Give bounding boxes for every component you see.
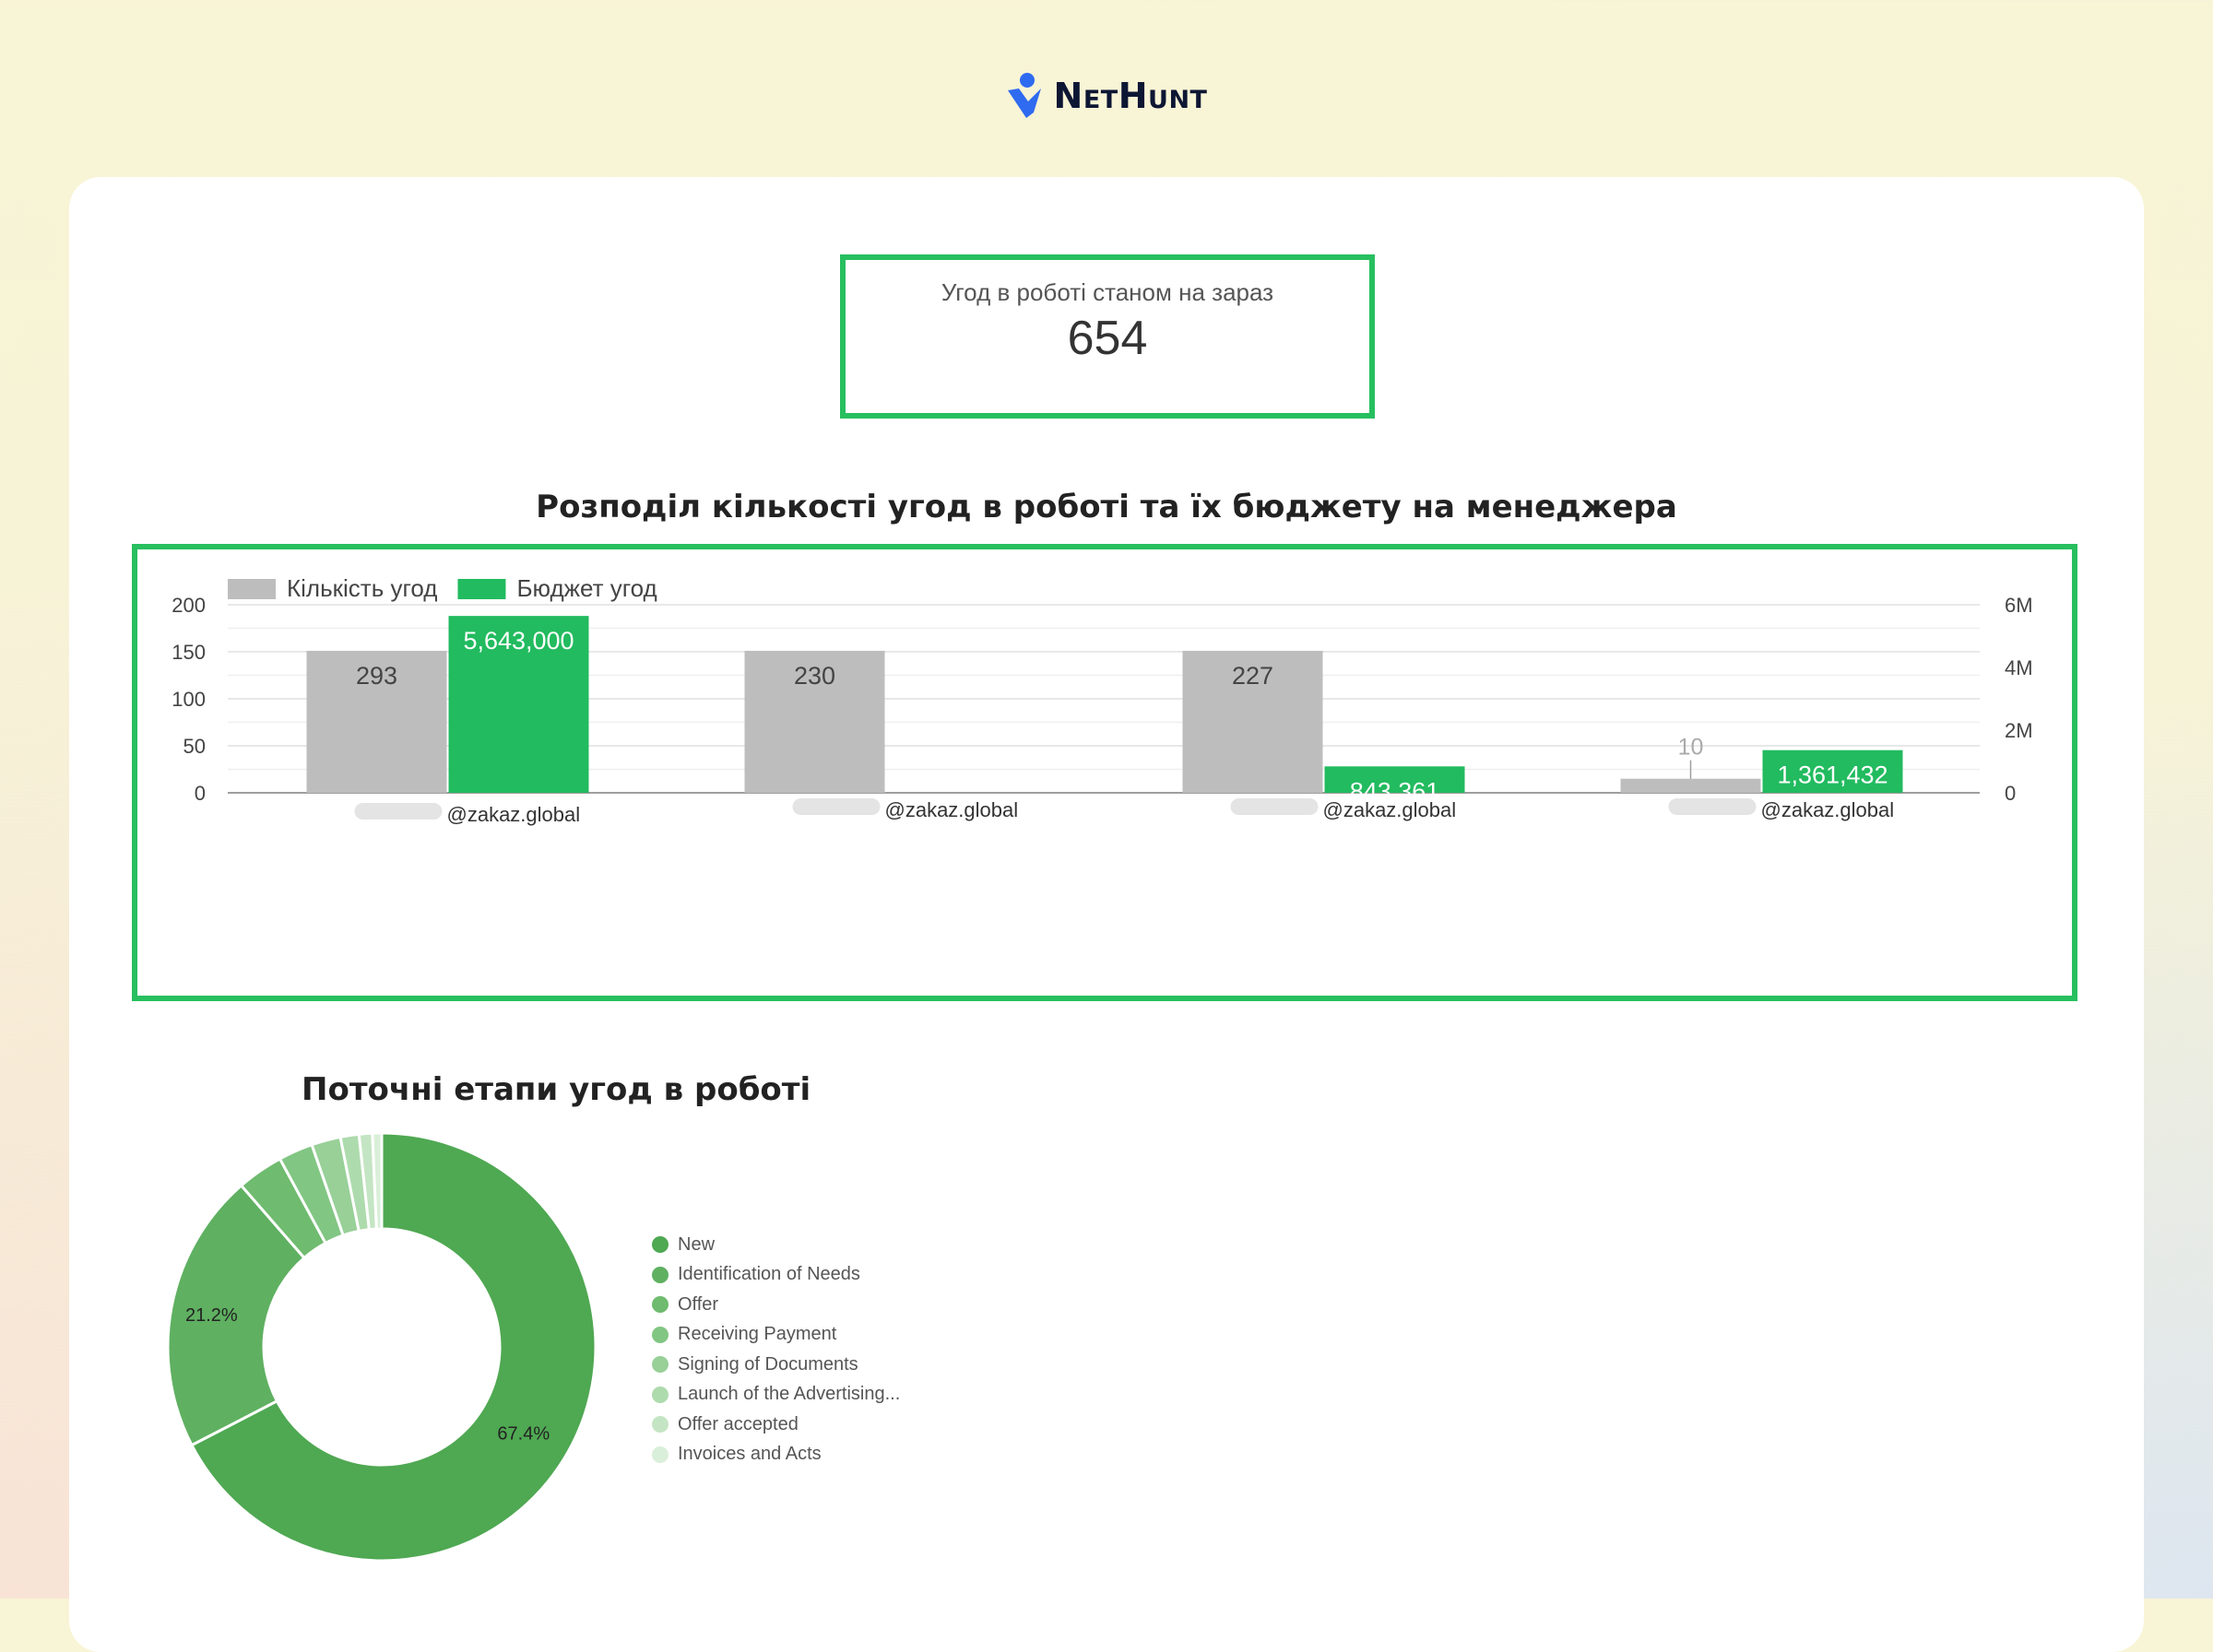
donut-slice-label: 21.2% bbox=[185, 1305, 238, 1326]
y-left-tick-label: 150 bbox=[172, 641, 206, 664]
legend-label: Identification of Needs bbox=[678, 1264, 860, 1285]
nethunt-logo-icon bbox=[1007, 73, 1041, 118]
legend-label: Кількість угод bbox=[287, 574, 437, 602]
bar-deal-count-label: 230 bbox=[794, 662, 835, 690]
donut-legend: New Identification of Needs Offer Receiving… bbox=[652, 1230, 900, 1469]
legend-swatch bbox=[652, 1356, 669, 1374]
y-right-tick-label: 6M bbox=[2005, 594, 2033, 617]
legend-swatch bbox=[652, 1296, 669, 1314]
kpi-label: Угод в роботі станом на зараз bbox=[941, 278, 1274, 306]
legend-swatch bbox=[652, 1326, 669, 1343]
blurred-username bbox=[792, 798, 881, 815]
x-category-label: @zakaz.global bbox=[1761, 798, 1895, 821]
donut-chart: 67.4% 21.2% bbox=[166, 1131, 598, 1563]
blurred-username bbox=[354, 803, 443, 820]
legend-label: Offer bbox=[678, 1293, 719, 1315]
bar-deal-budget-label: 1,361,432 bbox=[1777, 761, 1888, 789]
blurred-username bbox=[1230, 798, 1319, 815]
legend-label: Бюджет угод bbox=[516, 574, 657, 602]
legend-item: Offer bbox=[652, 1290, 900, 1320]
legend-item: New bbox=[652, 1230, 900, 1260]
y-right-tick-label: 0 bbox=[2005, 782, 2016, 805]
legend-item: Offer accepted bbox=[652, 1410, 900, 1440]
brand-header: NetHunt bbox=[0, 72, 2213, 120]
legend-item: Signing of Documents bbox=[652, 1350, 900, 1380]
bar-deal-count-label: 10 bbox=[1678, 735, 1704, 761]
blurred-username bbox=[1668, 798, 1757, 815]
legend-label: Invoices and Acts bbox=[678, 1444, 822, 1465]
y-left-tick-label: 200 bbox=[172, 594, 206, 617]
bar-deal-count bbox=[1620, 778, 1761, 793]
legend-label: Receiving Payment bbox=[678, 1324, 837, 1345]
donut-chart-title: Поточні етапи угод в роботі bbox=[302, 1071, 811, 1108]
y-right-tick-label: 2M bbox=[2005, 719, 2033, 742]
bar-deal-count-label: 293 bbox=[356, 662, 397, 690]
donut-slice-label: 67.4% bbox=[497, 1424, 550, 1445]
y-left-tick-label: 50 bbox=[183, 735, 206, 758]
donut-chart-wrap: 67.4% 21.2% bbox=[165, 1130, 598, 1564]
legend-label: Offer accepted bbox=[678, 1413, 799, 1434]
legend-item: Identification of Needs bbox=[652, 1260, 900, 1291]
bar-chart: 200 150 100 50 0 6M 4M 2M 0 Кількість угод Бюджет … bbox=[172, 574, 2033, 826]
legend-swatch bbox=[652, 1446, 669, 1463]
x-category-label: @zakaz.global bbox=[885, 798, 1019, 821]
legend-label: New bbox=[678, 1233, 716, 1255]
y-left-tick-label: 100 bbox=[172, 688, 206, 711]
legend-swatch bbox=[652, 1236, 669, 1254]
kpi-value: 654 bbox=[1067, 312, 1148, 365]
y-left-tick-label: 0 bbox=[195, 782, 206, 805]
legend-label: Signing of Documents bbox=[678, 1353, 858, 1375]
brand-name: NetHunt bbox=[1053, 76, 1208, 116]
legend-item: Launch of the Advertising... bbox=[652, 1380, 900, 1410]
legend-swatch bbox=[228, 579, 276, 599]
legend-item: Receiving Payment bbox=[652, 1320, 900, 1351]
legend-swatch bbox=[652, 1266, 669, 1283]
bar-deal-budget-label: 5,643,000 bbox=[463, 627, 574, 655]
bar-chart-box: 200 150 100 50 0 6M 4M 2M 0 Кількість угод Бюджет … bbox=[132, 544, 2077, 1001]
y-right-tick-label: 4M bbox=[2005, 656, 2033, 679]
x-category-label: @zakaz.global bbox=[1323, 798, 1457, 821]
legend-swatch bbox=[652, 1416, 669, 1434]
bar-deal-count-label: 227 bbox=[1232, 662, 1273, 690]
legend-swatch bbox=[652, 1386, 669, 1403]
legend-item: Invoices and Acts bbox=[652, 1440, 900, 1470]
legend-swatch bbox=[457, 579, 506, 599]
dashboard-card: Угод в роботі станом на зараз 654 Розпод… bbox=[69, 177, 2144, 1652]
legend-label: Launch of the Advertising... bbox=[678, 1384, 901, 1405]
x-category-label: @zakaz.global bbox=[447, 803, 581, 826]
bar-chart-title: Розподіл кількості угод в роботі та їх б… bbox=[536, 489, 1677, 525]
kpi-box: Угод в роботі станом на зараз 654 bbox=[840, 254, 1375, 419]
